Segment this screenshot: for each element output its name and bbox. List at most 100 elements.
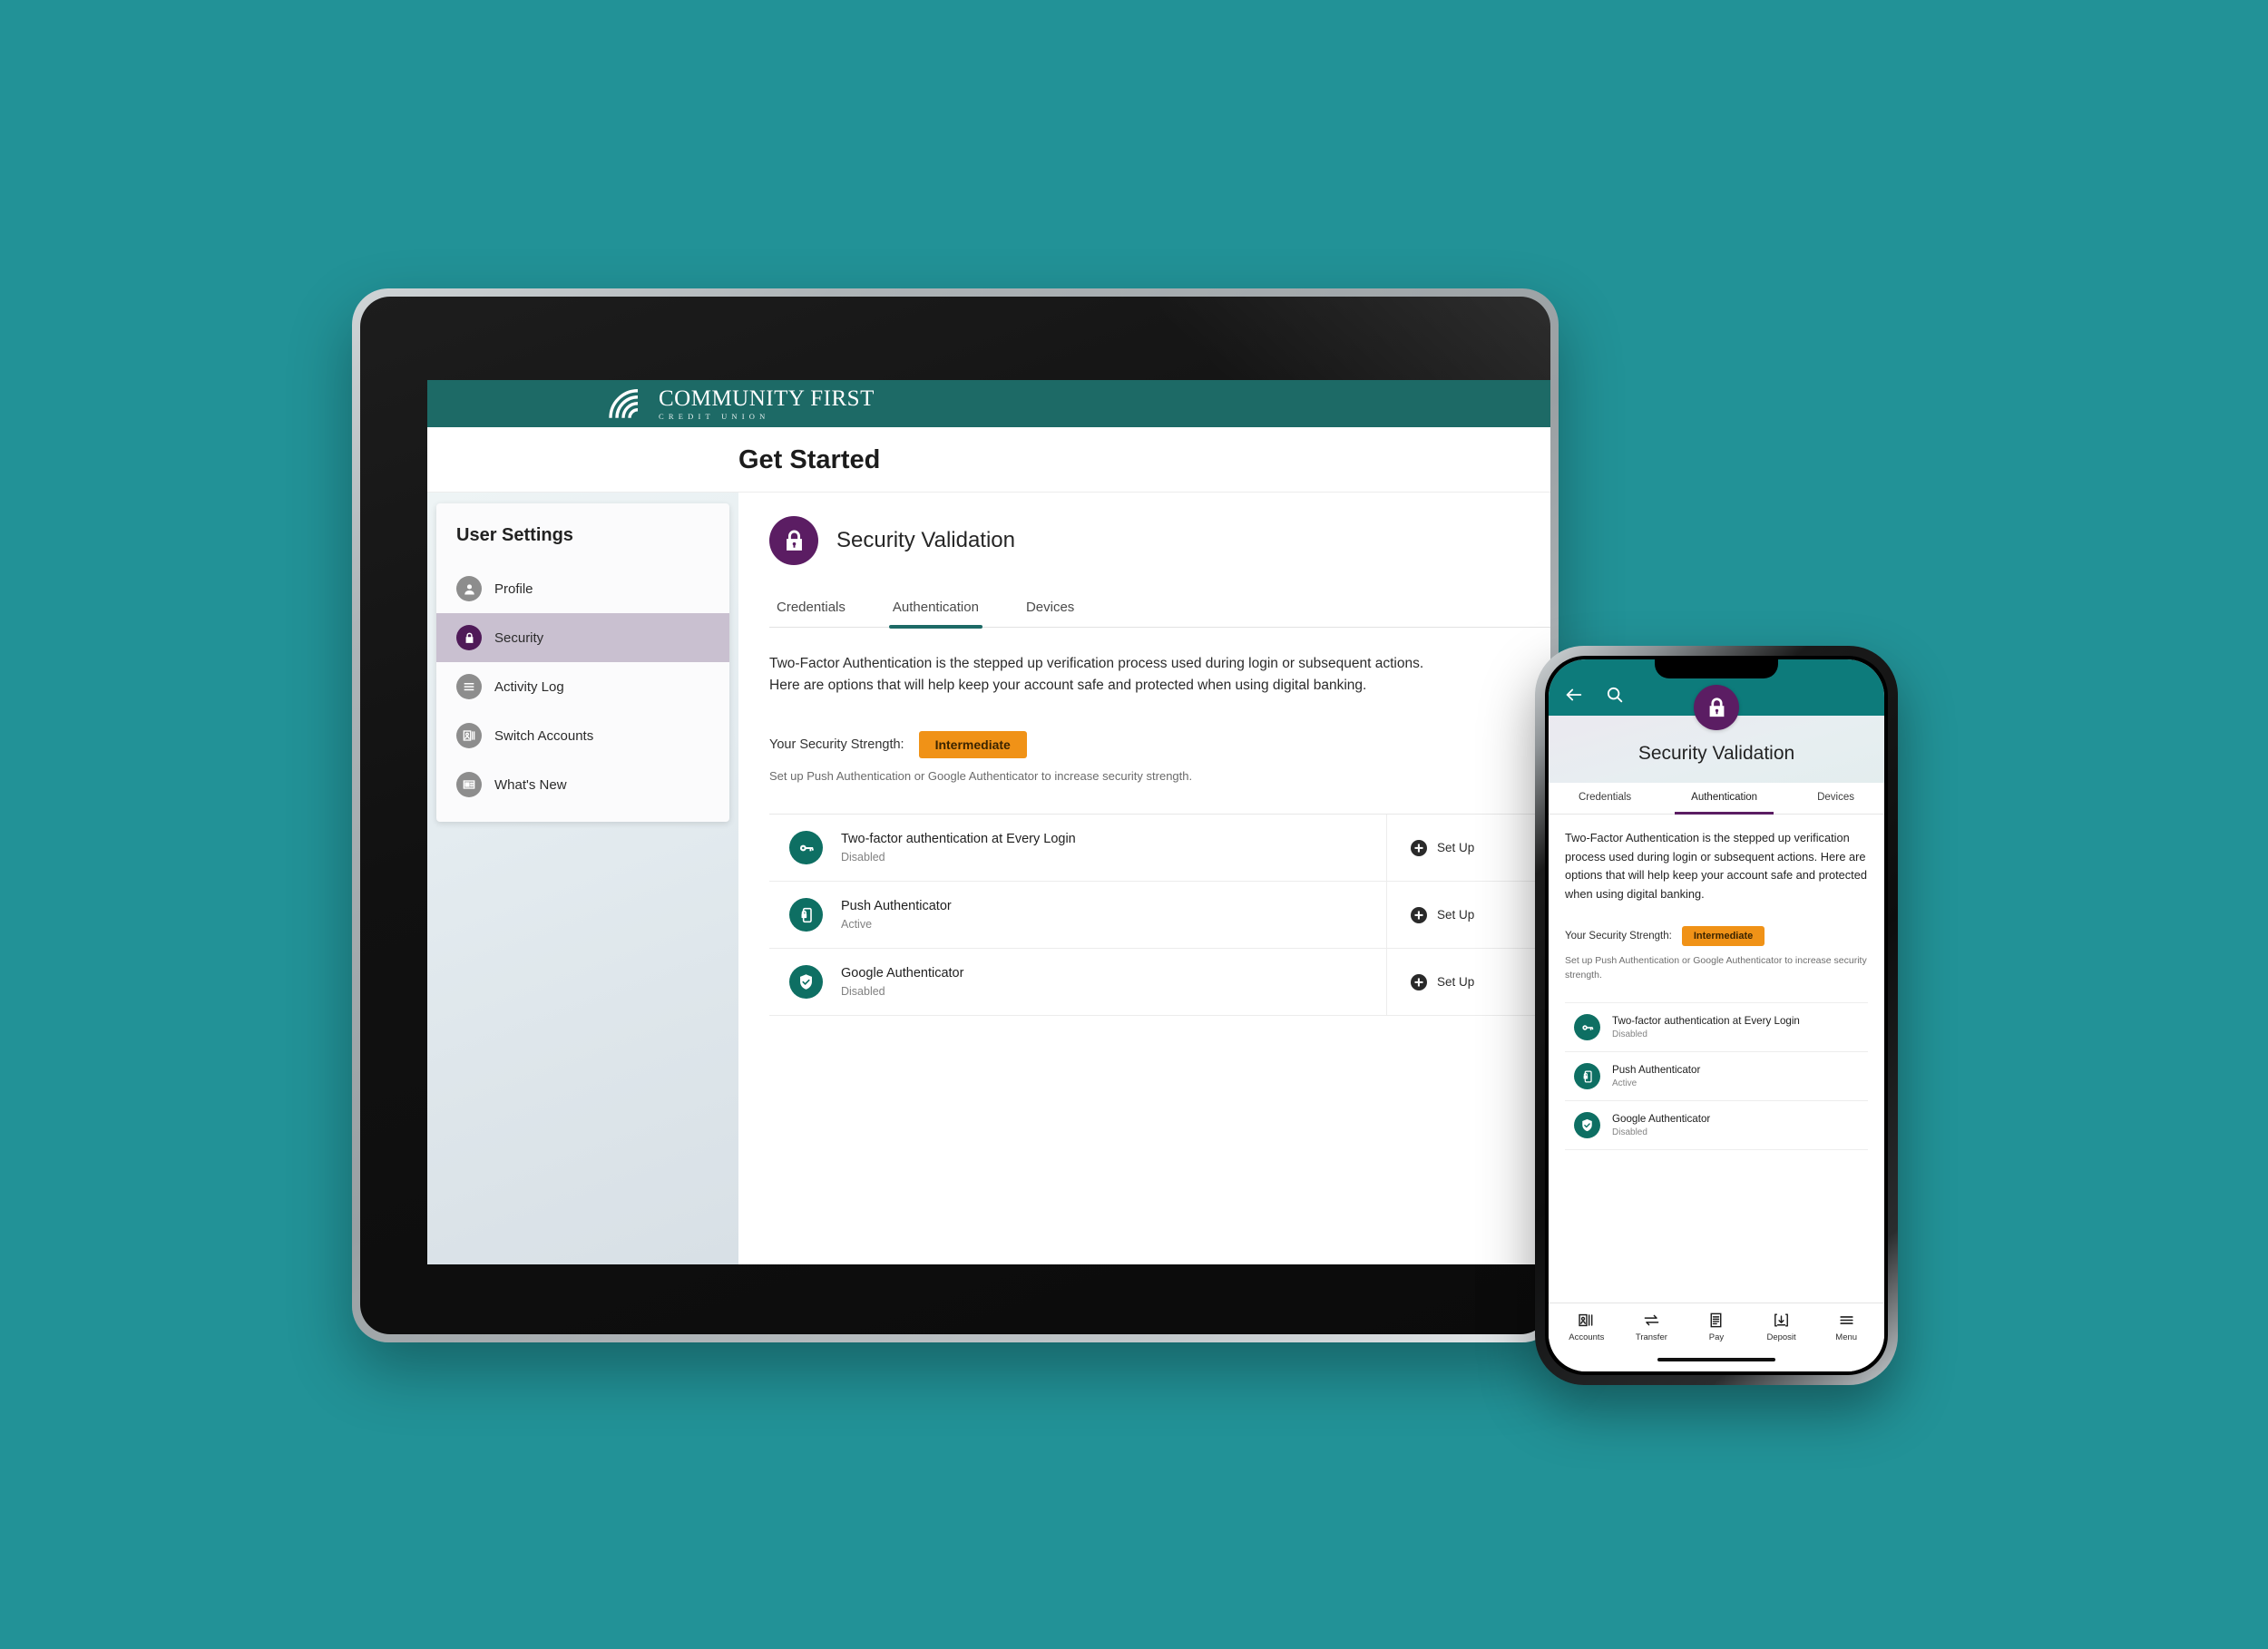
table-row: Google Authenticator Disabled Set Up	[769, 949, 1545, 1017]
table-row: Two-factor authentication at Every Login…	[769, 815, 1545, 883]
setup-button[interactable]: Set Up	[1386, 949, 1545, 1016]
plus-circle-icon	[1411, 973, 1427, 990]
authentication-options-table: Two-factor authentication at Every Login…	[769, 814, 1545, 1017]
section-title: Security Validation	[836, 528, 1015, 552]
nav-item-accounts[interactable]: Accounts	[1558, 1312, 1616, 1342]
sidebar-item-security[interactable]: Security	[436, 613, 729, 662]
sidebar-item-switch-accounts[interactable]: Switch Accounts	[436, 711, 729, 760]
list-item[interactable]: Push Authenticator Active	[1565, 1052, 1868, 1102]
option-info: Push Authenticator Active	[769, 882, 1386, 948]
phone-notch	[1655, 659, 1778, 678]
option-name: Push Authenticator	[1612, 1064, 1701, 1077]
status-badge: Intermediate	[918, 731, 1027, 759]
pay-bill-icon	[1711, 1312, 1722, 1328]
accounts-icon	[1579, 1313, 1593, 1327]
tab-devices[interactable]: Devices	[1022, 592, 1078, 627]
nav-item-pay[interactable]: Pay	[1687, 1312, 1745, 1342]
phone-tab-credentials[interactable]: Credentials	[1575, 783, 1635, 814]
tablet-screen: COMMUNITY FIRST CREDIT UNION Get Started…	[427, 380, 1550, 1264]
tablet-device: COMMUNITY FIRST CREDIT UNION Get Started…	[352, 288, 1559, 1342]
phone-options-list: Two-factor authentication at Every Login…	[1565, 1002, 1868, 1151]
shield-check-icon	[1574, 1112, 1600, 1139]
phone-security-strength-row: Your Security Strength: Intermediate	[1565, 925, 1868, 946]
security-validation-header: Security Validation	[769, 516, 1550, 565]
phone-screen: Security Validation Credentials Authenti…	[1549, 659, 1884, 1371]
switch-accounts-icon	[456, 723, 482, 748]
tab-authentication[interactable]: Authentication	[888, 592, 983, 629]
phone-security-strength-label: Your Security Strength:	[1565, 930, 1672, 942]
setup-label: Set Up	[1437, 975, 1475, 990]
brand-name: COMMUNITY FIRST	[659, 385, 875, 411]
nav-label: Deposit	[1766, 1332, 1796, 1342]
deposit-icon	[1774, 1313, 1789, 1327]
phone-tab-devices[interactable]: Devices	[1813, 783, 1858, 814]
arcs-mark-icon	[609, 389, 639, 419]
shield-check-icon	[789, 965, 823, 1000]
home-indicator[interactable]	[1657, 1358, 1775, 1361]
sidebar-item-label: What's New	[494, 776, 567, 793]
description-line-2: Here are options that will help keep you…	[769, 678, 1367, 694]
sidebar-card: User Settings Profile Security Activity …	[436, 503, 729, 822]
brand-logo[interactable]: COMMUNITY FIRST CREDIT UNION	[609, 387, 875, 421]
app-header-bar: COMMUNITY FIRST CREDIT UNION	[427, 380, 1550, 427]
option-name: Google Authenticator	[841, 966, 964, 981]
tablet-bezel: COMMUNITY FIRST CREDIT UNION Get Started…	[360, 297, 1550, 1334]
option-name: Push Authenticator	[841, 899, 952, 914]
nav-label: Transfer	[1635, 1332, 1667, 1342]
sidebar-item-activity-log[interactable]: Activity Log	[436, 662, 729, 711]
option-name: Two-factor authentication at Every Login	[1612, 1015, 1800, 1028]
phone-security-strength-hint: Set up Push Authentication or Google Aut…	[1565, 954, 1867, 981]
sidebar-item-label: Switch Accounts	[494, 727, 594, 744]
option-info: Two-factor authentication at Every Login…	[769, 815, 1386, 881]
option-status: Disabled	[1612, 1029, 1647, 1040]
option-name: Google Authenticator	[1612, 1113, 1711, 1126]
list-item[interactable]: Two-factor authentication at Every Login…	[1565, 1003, 1868, 1053]
main-content: Security Validation Credentials Authenti…	[738, 493, 1550, 1264]
phone-page-title: Security Validation	[1637, 743, 1795, 764]
sidebar-item-whats-new[interactable]: What's New	[436, 760, 729, 809]
description-line-1: Two-Factor Authentication is the stepped…	[769, 656, 1424, 671]
search-icon[interactable]	[1605, 685, 1625, 705]
security-strength-label: Your Security Strength:	[769, 737, 904, 753]
brand-tagline: CREDIT UNION	[659, 411, 770, 421]
nav-item-transfer[interactable]: Transfer	[1622, 1312, 1680, 1342]
tab-credentials[interactable]: Credentials	[773, 592, 849, 627]
lock-badge-icon	[1694, 685, 1739, 730]
setup-button[interactable]: Set Up	[1386, 882, 1545, 949]
dialog-body: User Settings Profile Security Activity …	[427, 493, 1550, 1264]
table-row: Push Authenticator Active Set Up	[769, 882, 1545, 950]
phone-content: Two-Factor Authentication is the stepped…	[1549, 815, 1884, 1303]
phone-tab-authentication[interactable]: Authentication	[1675, 783, 1774, 815]
setup-button[interactable]: Set Up	[1386, 815, 1545, 882]
hamburger-menu-icon	[1840, 1316, 1853, 1324]
phone-bottom-nav: Accounts Transfer Pay Deposit Menu	[1549, 1303, 1884, 1348]
nav-item-deposit[interactable]: Deposit	[1753, 1312, 1811, 1342]
transfer-arrows-icon	[1644, 1314, 1659, 1326]
option-name: Two-factor authentication at Every Login	[841, 832, 1076, 847]
plus-circle-icon	[1411, 906, 1427, 923]
description-block: Two-Factor Authentication is the stepped…	[769, 653, 1550, 697]
plus-circle-icon	[1411, 839, 1427, 856]
phone-tab-bar: Credentials Authentication Devices	[1549, 783, 1884, 815]
option-status: Disabled	[841, 851, 885, 864]
phone-status-badge: Intermediate	[1681, 925, 1765, 946]
option-status: Disabled	[841, 985, 885, 999]
arrow-left-icon[interactable]	[1564, 685, 1584, 705]
list-item[interactable]: Google Authenticator Disabled	[1565, 1101, 1868, 1151]
nav-item-menu[interactable]: Menu	[1817, 1312, 1875, 1342]
news-icon	[456, 772, 482, 797]
sidebar-item-label: Activity Log	[494, 678, 564, 695]
sidebar-item-profile[interactable]: Profile	[436, 564, 729, 613]
phone-home-indicator-area	[1549, 1348, 1884, 1371]
lock-badge-icon	[769, 516, 818, 565]
screenshot-stage: COMMUNITY FIRST CREDIT UNION Get Started…	[0, 0, 2268, 1649]
phone-description: Two-Factor Authentication is the stepped…	[1565, 831, 1867, 902]
page-title: Get Started	[738, 445, 881, 474]
list-lines-icon	[456, 674, 482, 699]
tab-bar: Credentials Authentication Devices	[769, 592, 1550, 629]
phone-lock-icon	[789, 898, 823, 932]
setup-label: Set Up	[1437, 841, 1475, 855]
lock-icon	[456, 625, 482, 650]
phone-bezel: Security Validation Credentials Authenti…	[1545, 656, 1888, 1375]
option-info: Google Authenticator Disabled	[769, 949, 1386, 1015]
